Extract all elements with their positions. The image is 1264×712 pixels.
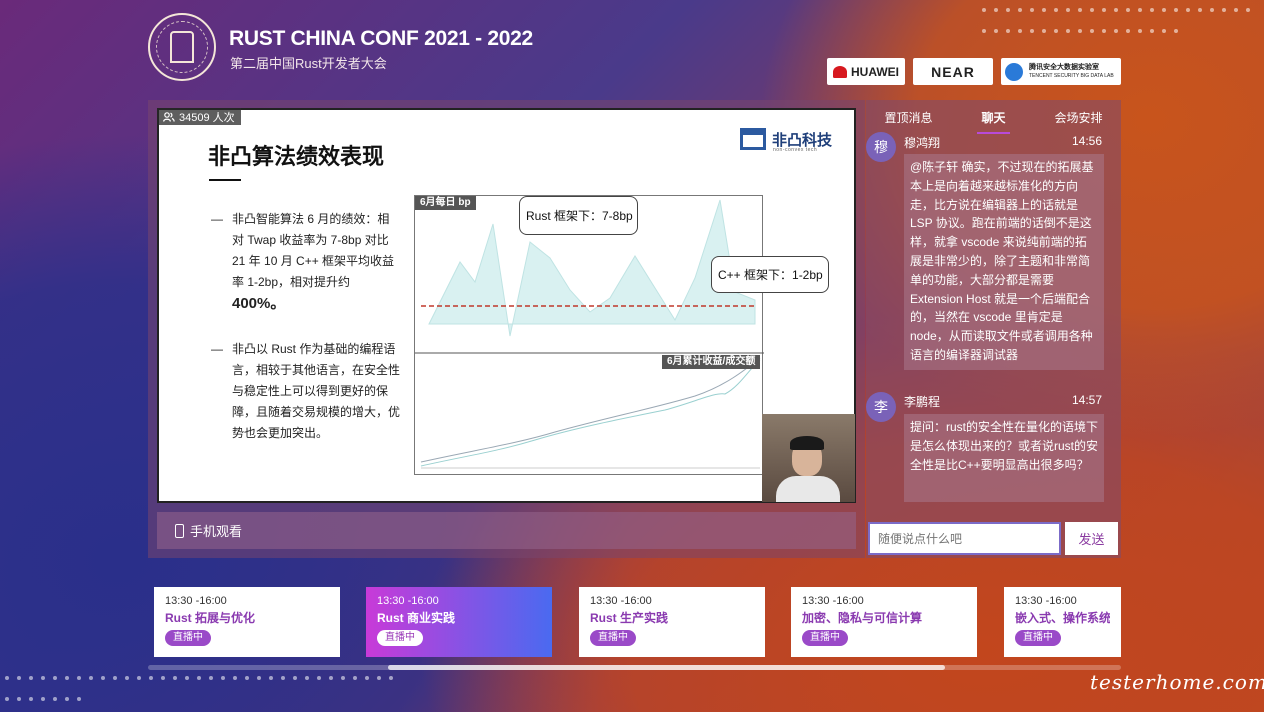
send-button[interactable]: 发送 <box>1065 522 1118 555</box>
mobile-watch-button[interactable]: 手机观看 <box>157 512 856 549</box>
session-time: 13:30 -16:00 <box>802 595 864 607</box>
message-time: 14:56 <box>1072 134 1103 148</box>
session-name: Rust 商业实践 <box>377 611 456 625</box>
session-card[interactable]: 13:30 -16:00 嵌入式、操作系统与 直播中 <box>1004 587 1121 657</box>
title-underline <box>209 179 241 181</box>
session-name: 嵌入式、操作系统与 <box>1015 611 1110 625</box>
session-time: 13:30 -16:00 <box>1015 595 1077 607</box>
phone-icon <box>175 523 184 538</box>
conference-subtitle: 第二届中国Rust开发者大会 <box>230 56 387 71</box>
message-bubble: @陈子轩 确实，不过现在的拓展基本上是向着越来越标准化的方向走，比方说在编辑器上… <box>904 154 1104 370</box>
company-subname: non-convex tech <box>773 147 818 153</box>
session-time: 13:30 -16:00 <box>377 595 439 607</box>
sessions-scrollbar-thumb[interactable] <box>388 665 945 670</box>
chart-2-tag: 6月累计收益/成交额 <box>662 355 761 369</box>
sponsor-tencent-sub: TENCENT SECURITY BIG DATA LAB <box>1029 72 1114 79</box>
session-name: Rust 生产实践 <box>590 611 669 625</box>
watermark: testerhome.com <box>1090 670 1264 694</box>
slide-charts-frame <box>414 195 764 475</box>
conference-logo-icon <box>148 13 216 81</box>
users-icon <box>163 111 175 122</box>
avatar: 穆 <box>866 132 896 162</box>
speaker-camera-feed <box>762 414 855 502</box>
sponsor-huawei-text: HUAWEI <box>851 64 899 79</box>
bullet-1-highlight: 400%。 <box>232 295 286 312</box>
tab-pinned-messages[interactable]: 置顶消息 <box>866 100 951 136</box>
sponsor-near-logo: NEAR <box>913 58 993 85</box>
slide-title: 非凸算法绩效表现 <box>208 144 385 169</box>
sponsor-tencent-logo: 腾讯安全大数据实验室 TENCENT SECURITY BIG DATA LAB <box>1001 58 1121 85</box>
conference-title: RUST CHINA CONF 2021 - 2022 <box>229 27 533 50</box>
session-name: 加密、隐私与可信计算 <box>802 611 923 625</box>
live-badge: 直播中 <box>590 630 636 646</box>
session-time: 13:30 -16:00 <box>165 595 227 607</box>
mobile-watch-label: 手机观看 <box>190 524 243 539</box>
cumulative-return-chart <box>420 357 761 469</box>
huawei-flower-icon <box>833 65 847 78</box>
rust-callout: Rust 框架下：7-8bp <box>519 196 638 235</box>
session-card-active[interactable]: 13:30 -16:00 Rust 商业实践 直播中 <box>366 587 552 657</box>
session-card[interactable]: 13:30 -16:00 Rust 拓展与优化 直播中 <box>154 587 340 657</box>
company-logo: 非凸科技 non-convex tech <box>740 128 832 153</box>
live-badge: 直播中 <box>165 630 211 646</box>
sponsor-tencent-name: 腾讯安全大数据实验室 <box>1029 63 1099 71</box>
company-logo-icon <box>740 128 766 150</box>
session-card[interactable]: 13:30 -16:00 加密、隐私与可信计算 直播中 <box>791 587 977 657</box>
message-author: 穆鸿翔 <box>904 136 941 150</box>
bullet-2-text: 非凸以 Rust 作为基础的编程语言，相较于其他语言，在安全性与稳定性上可以得到… <box>232 342 401 440</box>
tencent-lab-icon <box>1005 62 1023 81</box>
chart-1-tag: 6月每日 bp <box>415 196 476 210</box>
chat-tabs: 置顶消息 聊天 会场安排 <box>866 100 1121 136</box>
cpp-callout: C++ 框架下：1-2bp <box>711 256 829 293</box>
tab-chat[interactable]: 聊天 <box>951 100 1036 136</box>
live-badge: 直播中 <box>377 630 423 646</box>
avatar: 李 <box>866 392 896 422</box>
viewer-count-text: 34509 人次 <box>179 111 235 124</box>
slide-bullet-1: — 非凸智能算法 6 月的绩效：相对 Twap 收益率为 7-8bp 对比 21… <box>211 212 395 312</box>
session-name: Rust 拓展与优化 <box>165 611 256 625</box>
message-author: 李鹏程 <box>904 395 941 409</box>
chat-input[interactable] <box>868 522 1061 555</box>
dots-bottom-left <box>5 676 405 712</box>
tab-schedule[interactable]: 会场安排 <box>1036 100 1121 136</box>
session-card[interactable]: 13:30 -16:00 Rust 生产实践 直播中 <box>579 587 765 657</box>
live-badge: 直播中 <box>1015 630 1061 646</box>
live-badge: 直播中 <box>802 630 848 646</box>
sponsor-huawei-logo: HUAWEI <box>827 58 905 85</box>
message-bubble: 提问：rust的安全性在量化的语境下是怎么体现出来的？或者说rust的安全性是比… <box>904 414 1104 502</box>
dots-top-right <box>982 8 1262 50</box>
slide-bullet-2: — 非凸以 Rust 作为基础的编程语言，相较于其他语言，在安全性与稳定性上可以… <box>211 339 401 444</box>
message-time: 14:57 <box>1072 393 1103 407</box>
viewer-count-badge: 34509 人次 <box>157 108 241 125</box>
bullet-1-text: 非凸智能算法 6 月的绩效：相对 Twap 收益率为 7-8bp 对比 21 年… <box>232 212 395 289</box>
session-time: 13:30 -16:00 <box>590 595 652 607</box>
sponsor-near-text: NEAR <box>931 63 975 80</box>
